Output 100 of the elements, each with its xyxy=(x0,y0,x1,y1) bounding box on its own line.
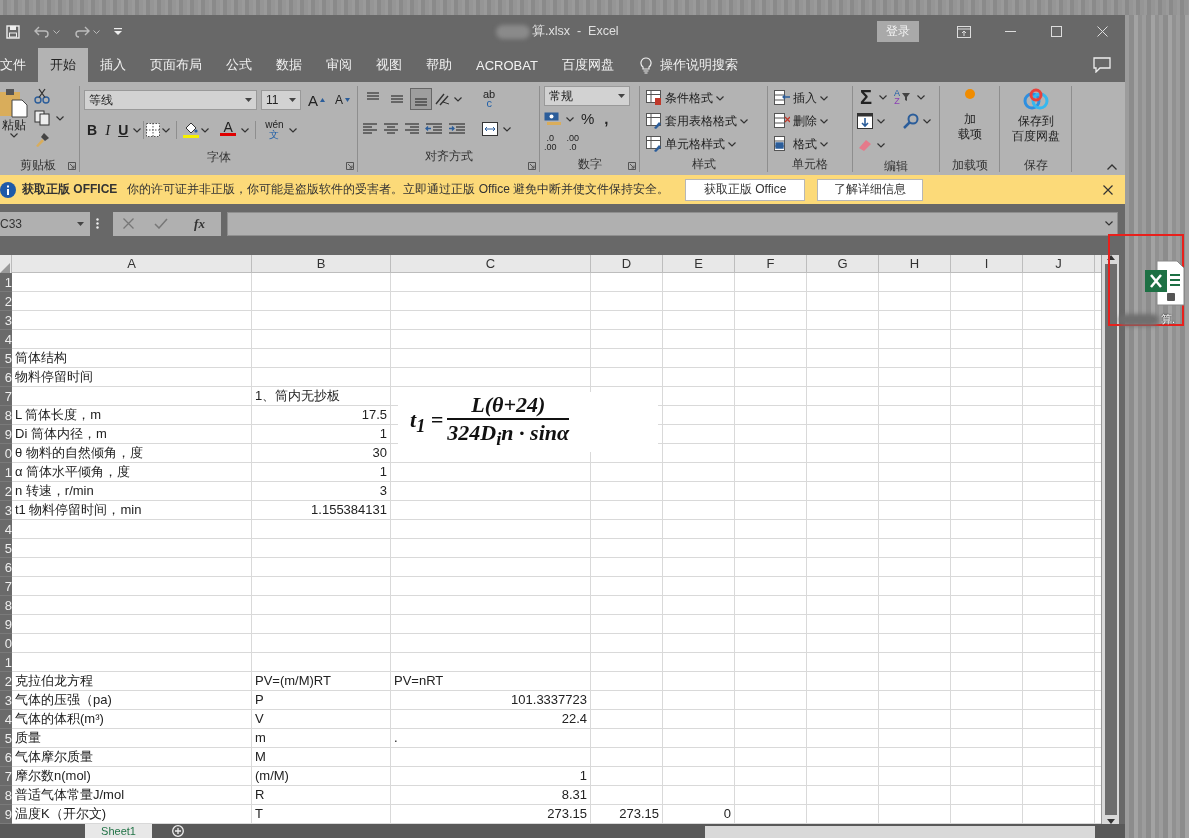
save-to-cloud-button[interactable]: 保存到 百度网盘 xyxy=(1009,86,1062,157)
bold-button[interactable]: B xyxy=(84,119,101,141)
row-header[interactable]: 2 xyxy=(0,482,12,501)
row-header[interactable]: 9 xyxy=(0,805,12,824)
ribbon-tab[interactable]: 开始 xyxy=(38,48,88,82)
horizontal-scrollbar[interactable] xyxy=(705,826,1095,838)
autosum-button[interactable]: Σ xyxy=(857,86,875,108)
ribbon-tab[interactable]: 视图 xyxy=(364,48,414,82)
underline-button[interactable]: U xyxy=(115,119,132,141)
row-header[interactable]: 5 xyxy=(0,729,12,748)
formula-numerator: L(θ+24) xyxy=(471,391,546,418)
info-bar-button[interactable]: 了解详细信息 xyxy=(817,178,924,201)
column-header[interactable]: B xyxy=(252,255,391,273)
ribbon-tab[interactable]: 插入 xyxy=(88,48,138,82)
column-header[interactable]: I xyxy=(951,255,1023,273)
formula-lhs: t$_{1}$ = xyxy=(410,406,444,438)
styles-menu-button[interactable]: 套用表格格式 xyxy=(644,110,763,132)
row-header[interactable]: 3 xyxy=(0,691,12,710)
row-header[interactable]: 3 xyxy=(0,311,12,330)
shrink-font-button[interactable]: A xyxy=(332,89,353,111)
row-header[interactable]: 1 xyxy=(0,273,12,292)
row-header[interactable]: 7 xyxy=(0,767,12,786)
vertical-scrollbar[interactable] xyxy=(1101,255,1119,824)
row-header[interactable]: 5 xyxy=(0,539,12,558)
ribbon-tab[interactable]: ACROBAT xyxy=(464,48,550,82)
caret-icon xyxy=(923,118,931,124)
column-header[interactable]: A xyxy=(12,255,252,273)
row-header[interactable]: 1 xyxy=(0,463,12,482)
row-header[interactable]: 6 xyxy=(0,748,12,767)
italic-button[interactable]: I xyxy=(102,119,114,141)
row-header[interactable]: 9 xyxy=(0,425,12,444)
table-cell: P xyxy=(255,691,264,709)
row-header[interactable]: 5 xyxy=(0,349,12,368)
row-header[interactable]: 7 xyxy=(0,387,12,406)
font-size-dropdown[interactable]: 11 xyxy=(261,90,301,110)
wrap-text-button[interactable]: ab c xyxy=(480,88,499,110)
group-label: 单元格 xyxy=(791,156,829,171)
row-header[interactable]: 8 xyxy=(0,406,12,425)
ribbon-tab[interactable]: 数据 xyxy=(264,48,314,82)
add-ins-button[interactable]: 加 载项 xyxy=(955,86,984,157)
down-triangle-icon xyxy=(345,98,350,102)
row-header[interactable]: 1 xyxy=(0,653,12,672)
row-header[interactable]: 2 xyxy=(0,672,12,691)
column-header[interactable]: F xyxy=(735,255,807,273)
row-header[interactable]: 3 xyxy=(0,501,12,520)
row-header[interactable]: 7 xyxy=(0,577,12,596)
table-cell: 物料停留时间 xyxy=(15,368,93,386)
row-header[interactable]: 8 xyxy=(0,596,12,615)
table-cell: 摩尔数n(mol) xyxy=(15,767,91,785)
column-header[interactable]: J xyxy=(1023,255,1095,273)
column-header[interactable]: D xyxy=(591,255,663,273)
row-header[interactable]: 0 xyxy=(0,444,12,463)
percent-button[interactable]: % xyxy=(578,108,598,130)
styles-menu-button[interactable]: 条件格式 xyxy=(644,87,763,109)
row-header[interactable]: 9 xyxy=(0,615,12,634)
cells-menu-button[interactable]: 删除 xyxy=(772,110,848,132)
row-header[interactable]: 6 xyxy=(0,558,12,577)
table-cell: (m/M) xyxy=(255,767,289,785)
row-header[interactable]: 2 xyxy=(0,292,12,311)
column-header[interactable]: G xyxy=(807,255,879,273)
row-header[interactable]: 4 xyxy=(0,520,12,539)
ribbon-tab[interactable]: 帮助 xyxy=(414,48,464,82)
info-bar-button[interactable]: 获取正版 Office xyxy=(685,178,806,201)
row-header[interactable]: 4 xyxy=(0,710,12,729)
column-header[interactable]: C xyxy=(391,255,591,273)
sort-filter-button[interactable]: A Z xyxy=(891,86,914,108)
blurred-region xyxy=(1119,313,1159,326)
table-cell: 101.3337723 xyxy=(511,691,587,709)
comma-button[interactable]: , xyxy=(601,108,612,130)
styles-menu-button[interactable]: 单元格样式 xyxy=(644,133,763,155)
tell-me-search[interactable]: 操作说明搜索 xyxy=(659,56,738,74)
name-box[interactable]: C33 xyxy=(0,211,90,236)
ribbon-tab[interactable]: 公式 xyxy=(214,48,264,82)
column-header[interactable]: H xyxy=(879,255,951,273)
cells-menu-button[interactable]: 插入 xyxy=(772,87,848,109)
vertical-align-button[interactable] xyxy=(410,88,432,110)
grow-font-button[interactable]: A xyxy=(305,89,328,111)
ribbon-tab[interactable]: 页面布局 xyxy=(138,48,214,82)
font-name-dropdown[interactable]: 等线 xyxy=(84,90,257,110)
table-cell: 普适气体常量J/mol xyxy=(15,786,125,804)
column-header[interactable]: E xyxy=(663,255,735,273)
font-color-button[interactable]: A xyxy=(217,119,240,141)
ribbon-tab[interactable]: 百度网盘 xyxy=(549,48,626,82)
formula-input[interactable] xyxy=(227,211,1118,236)
row-header[interactable]: 6 xyxy=(0,368,12,387)
row-header[interactable]: 0 xyxy=(0,634,12,653)
sheet-tab[interactable]: Sheet1 xyxy=(85,824,152,838)
row-header[interactable]: 4 xyxy=(0,330,12,349)
number-format-dropdown[interactable]: 常规 xyxy=(544,86,630,106)
ribbon-tab[interactable]: 审阅 xyxy=(314,48,364,82)
caret-icon xyxy=(877,142,885,148)
file-name[interactable]: 算. xyxy=(1161,312,1176,327)
decrease-decimal-button[interactable]: .00 .0 xyxy=(566,132,580,154)
paste-button[interactable]: 粘贴 xyxy=(0,86,30,157)
increase-decimal-button[interactable]: .0 .00 xyxy=(544,132,557,154)
cells-menu-button[interactable]: 格式 xyxy=(772,133,848,155)
row-header[interactable]: 8 xyxy=(0,786,12,805)
insert-function-button[interactable]: fx xyxy=(188,214,211,233)
phonetic-guide-button[interactable]: wén 文 xyxy=(262,119,287,141)
ribbon-tab[interactable]: 文件 xyxy=(0,48,38,82)
